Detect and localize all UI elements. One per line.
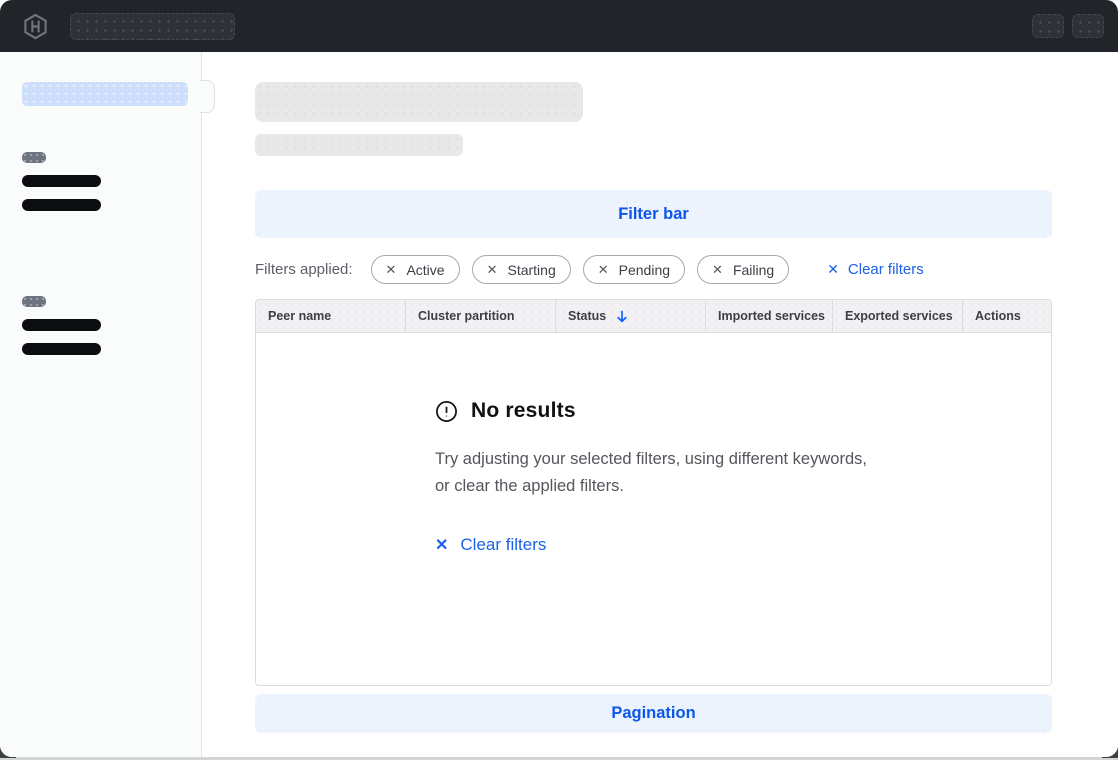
nav-action-placeholder xyxy=(1072,14,1104,38)
sidebar-item-placeholder xyxy=(22,199,101,211)
nav-action-placeholder xyxy=(1032,14,1064,38)
alert-circle-icon xyxy=(435,400,458,423)
clear-filters-link[interactable]: ✕ Clear filters xyxy=(827,261,924,278)
sidebar-item-placeholder xyxy=(22,175,101,187)
sidebar-active-item-placeholder xyxy=(22,82,188,106)
column-label: Actions xyxy=(975,309,1021,323)
x-icon: ✕ xyxy=(827,261,839,278)
empty-state-clear-filters-link[interactable]: ✕ Clear filters xyxy=(435,535,546,555)
pagination-region: Pagination xyxy=(255,694,1052,733)
filter-pill-label: Active xyxy=(406,262,444,278)
table-body: No results Try adjusting your selected f… xyxy=(256,333,1051,685)
column-header-cluster-partition[interactable]: Cluster partition xyxy=(405,300,555,332)
dismiss-icon[interactable]: ✕ xyxy=(487,263,498,276)
column-header-exported-services[interactable]: Exported services xyxy=(832,300,962,332)
peers-table: Peer name Cluster partition Status xyxy=(255,299,1052,686)
pagination-label: Pagination xyxy=(611,704,695,723)
empty-state: No results Try adjusting your selected f… xyxy=(435,399,867,555)
filters-applied-label: Filters applied: xyxy=(255,261,353,278)
column-label: Status xyxy=(568,309,606,323)
filter-pill-pending[interactable]: ✕ Pending xyxy=(583,255,685,284)
empty-state-action-label: Clear filters xyxy=(460,535,546,555)
column-label: Peer name xyxy=(268,309,331,323)
filter-bar-label: Filter bar xyxy=(618,205,689,224)
browser-window: Filter bar Filters applied: ✕ Active ✕ S… xyxy=(0,0,1118,760)
column-label: Cluster partition xyxy=(418,309,515,323)
clear-filters-label: Clear filters xyxy=(848,261,924,278)
filter-pill-failing[interactable]: ✕ Failing xyxy=(697,255,789,284)
sidebar-item-placeholder xyxy=(22,343,101,355)
empty-state-description: Try adjusting your selected filters, usi… xyxy=(435,446,867,499)
column-header-status[interactable]: Status xyxy=(555,300,705,332)
column-header-peer-name[interactable]: Peer name xyxy=(256,300,405,332)
main-content: Filter bar Filters applied: ✕ Active ✕ S… xyxy=(202,52,1118,757)
search-placeholder xyxy=(70,13,235,40)
dismiss-icon[interactable]: ✕ xyxy=(386,263,397,276)
dismiss-icon[interactable]: ✕ xyxy=(712,263,723,276)
x-icon: ✕ xyxy=(435,535,448,555)
sidebar-section-label-placeholder xyxy=(22,296,46,307)
empty-state-title: No results xyxy=(471,399,576,423)
column-label: Imported services xyxy=(718,309,825,323)
filter-pill-active[interactable]: ✕ Active xyxy=(371,255,460,284)
sidebar xyxy=(0,52,202,757)
filter-pill-starting[interactable]: ✕ Starting xyxy=(472,255,571,284)
page-subtitle-placeholder xyxy=(255,134,463,156)
sidebar-handle[interactable] xyxy=(200,80,215,113)
sidebar-item-placeholder xyxy=(22,319,101,331)
filter-pill-label: Failing xyxy=(733,262,774,278)
top-nav xyxy=(0,0,1118,52)
applied-filters-row: Filters applied: ✕ Active ✕ Starting ✕ P… xyxy=(255,255,1052,284)
sort-descending-icon[interactable] xyxy=(616,310,628,323)
hashicorp-logo-icon[interactable] xyxy=(22,13,49,40)
column-label: Exported services xyxy=(845,309,953,323)
table-header-row: Peer name Cluster partition Status xyxy=(256,300,1051,333)
app-frame: Filter bar Filters applied: ✕ Active ✕ S… xyxy=(0,0,1118,757)
column-header-imported-services[interactable]: Imported services xyxy=(705,300,832,332)
filter-pill-label: Starting xyxy=(507,262,555,278)
filter-bar-region: Filter bar xyxy=(255,190,1052,238)
column-header-actions: Actions xyxy=(962,300,1051,332)
filter-pill-label: Pending xyxy=(619,262,670,278)
dismiss-icon[interactable]: ✕ xyxy=(598,263,609,276)
sidebar-section-label-placeholder xyxy=(22,152,46,163)
page-title-placeholder xyxy=(255,82,583,122)
